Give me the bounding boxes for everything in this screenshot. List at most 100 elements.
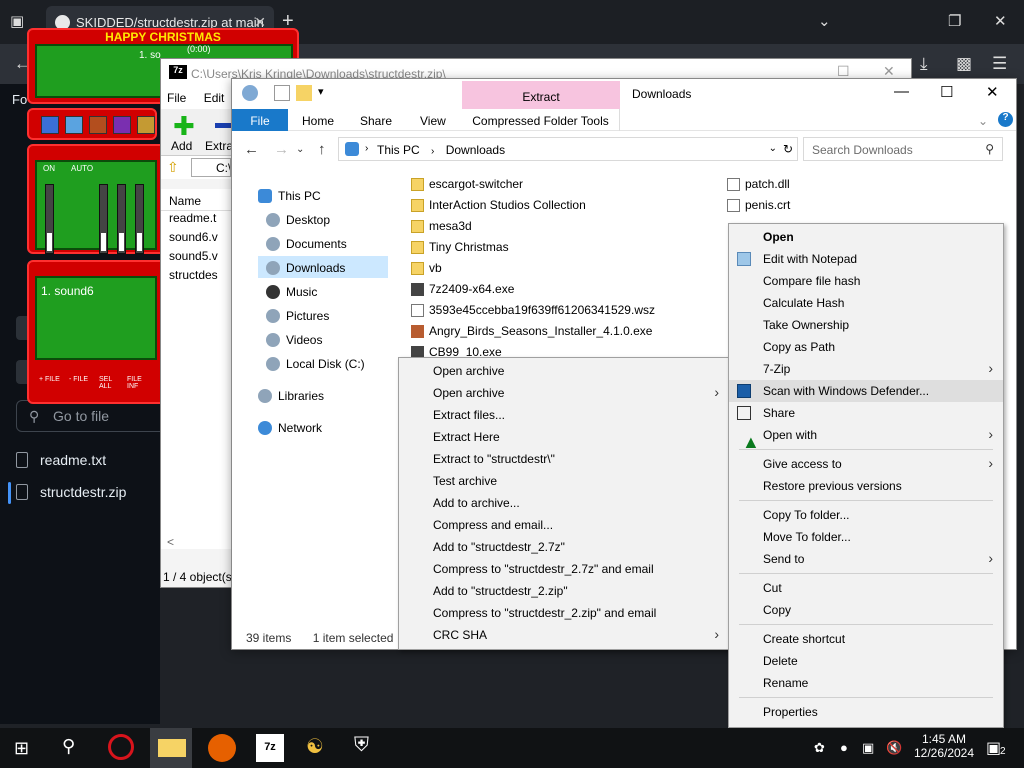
menu-item-compress-zip-email[interactable]: Compress to "structdestr_2.zip" and emai… — [399, 602, 729, 624]
menu-item-open-with[interactable]: Open with › — [729, 424, 1003, 446]
menu-item-add-to-archive[interactable]: Add to archive... — [399, 492, 729, 514]
new-folder-icon[interactable] — [296, 85, 312, 101]
search-icon[interactable]: ⚲ — [62, 736, 75, 757]
list-item[interactable]: vb — [411, 261, 442, 275]
download-icon[interactable]: ⤓ — [920, 54, 928, 74]
nav-documents[interactable]: Documents — [266, 233, 347, 255]
list-item[interactable]: Tiny Christmas — [411, 240, 509, 254]
nav-music[interactable]: Music — [266, 281, 317, 303]
mixer-slider[interactable] — [117, 184, 126, 254]
file-explorer-icon[interactable] — [158, 739, 186, 757]
tab-menu-icon[interactable]: ▣ — [10, 12, 24, 30]
tab-share[interactable]: Share — [360, 109, 392, 131]
menu-item-compress-email[interactable]: Compress and email... — [399, 514, 729, 536]
menu-item-extract-to[interactable]: Extract to "structdestr\" — [399, 448, 729, 470]
file-item-structdestr[interactable]: structdestr.zip — [16, 484, 126, 500]
column-name[interactable]: Name — [161, 189, 231, 211]
menu-file[interactable]: File — [167, 91, 186, 105]
menu-item-open[interactable]: Open — [729, 226, 1003, 248]
defender-icon[interactable]: ⛨ — [354, 734, 382, 762]
menu-item-restore-versions[interactable]: Restore previous versions — [729, 475, 1003, 497]
tray-drop-icon[interactable]: ● — [840, 740, 848, 755]
menu-item-take-ownership[interactable]: Take Ownership — [729, 314, 1003, 336]
menu-item-scan-defender[interactable]: Scan with Windows Defender... — [729, 380, 1003, 402]
prev-icon[interactable] — [41, 116, 59, 134]
tab-file[interactable]: File — [232, 109, 288, 131]
firefox-icon[interactable] — [208, 734, 236, 762]
list-item[interactable]: patch.dll — [727, 177, 790, 191]
menu-item-add-zip[interactable]: Add to "structdestr_2.zip" — [399, 580, 729, 602]
nav-videos[interactable]: Videos — [266, 329, 322, 351]
menu-icon[interactable]: ☰ — [992, 54, 1007, 74]
tab-home[interactable]: Home — [302, 109, 334, 131]
menu-item-calculate-hash[interactable]: Calculate Hash — [729, 292, 1003, 314]
up-folder-icon[interactable]: ⇧ — [167, 159, 179, 176]
menu-item-extract-files[interactable]: Extract files... — [399, 404, 729, 426]
nav-desktop[interactable]: Desktop — [266, 209, 330, 231]
next-icon[interactable] — [137, 116, 155, 134]
menu-item-crc-sha[interactable]: CRC SHA › — [399, 624, 729, 646]
search-input[interactable]: Search Downloads ⚲ — [803, 137, 1003, 161]
menu-item-copy[interactable]: Copy — [729, 599, 1003, 621]
menu-item-rename[interactable]: Rename — [729, 672, 1003, 694]
menu-item-send-to[interactable]: Send to › — [729, 548, 1003, 570]
up-icon[interactable]: ↑ — [318, 141, 326, 158]
menu-item-properties[interactable]: Properties — [729, 701, 1003, 723]
menu-item-compare-hash[interactable]: Compare file hash — [729, 270, 1003, 292]
menu-edit[interactable]: Edit — [204, 91, 225, 105]
extensions-icon[interactable]: ▩ — [956, 54, 972, 74]
restore-icon[interactable]: ❐ — [948, 12, 961, 30]
remove-file-button[interactable]: - FILE — [69, 376, 91, 383]
menu-item-add-7z[interactable]: Add to "structdestr_2.7z" — [399, 536, 729, 558]
customize-icon[interactable]: ▾ — [318, 85, 324, 98]
select-all-button[interactable]: SEL ALL — [99, 376, 121, 390]
sevenzip-icon[interactable]: 7z — [256, 734, 284, 762]
list-item[interactable]: Angry_Birds_Seasons_Installer_4.1.0.exe — [411, 324, 652, 338]
file-item-readme[interactable]: readme.txt — [16, 452, 106, 468]
volume-muted-icon[interactable]: 🔇 — [886, 740, 902, 756]
list-item[interactable]: escargot-switcher — [411, 177, 523, 191]
refresh-icon[interactable]: ↻ — [783, 142, 793, 156]
menu-item-delete[interactable]: Delete — [729, 650, 1003, 672]
nav-libraries[interactable]: Libraries — [258, 385, 324, 407]
list-item[interactable]: penis.crt — [727, 198, 790, 212]
list-item[interactable]: mesa3d — [411, 219, 472, 233]
forward-icon[interactable]: → — [274, 141, 289, 158]
menu-item-create-shortcut[interactable]: Create shortcut — [729, 628, 1003, 650]
winrar-icon[interactable]: ☯ — [306, 734, 334, 762]
list-item[interactable]: 3593e45ccebba19f639ff61206341529.wsz — [411, 303, 655, 317]
menu-item-test-archive[interactable]: Test archive — [399, 470, 729, 492]
help-icon[interactable]: ? — [998, 112, 1013, 127]
menu-item-7zip[interactable]: 7-Zip › — [729, 358, 1003, 380]
menu-item-copy-as-path[interactable]: Copy as Path — [729, 336, 1003, 358]
tray-app-icon[interactable]: ✿ — [814, 740, 825, 756]
menu-item-open-archive-sub[interactable]: Open archive › — [399, 382, 729, 404]
chevron-down-icon[interactable]: ⌄ — [818, 12, 831, 30]
start-icon[interactable]: ⊞ — [14, 738, 29, 759]
nav-downloads[interactable]: Downloads — [266, 257, 345, 279]
scroll-left-icon[interactable]: < — [167, 535, 174, 549]
extract-button[interactable]: Extra — [205, 139, 233, 153]
mixer-slider[interactable] — [135, 184, 144, 254]
stop-icon[interactable] — [113, 116, 131, 134]
add-file-button[interactable]: + FILE — [39, 376, 61, 383]
add-button[interactable]: Add — [171, 139, 192, 153]
list-item[interactable]: sound5.v — [161, 249, 231, 268]
mixer-slider[interactable] — [99, 184, 108, 254]
address-bar[interactable]: › This PC › Downloads ⌄ ↻ — [338, 137, 798, 161]
add-icon[interactable]: ✚ — [173, 111, 195, 142]
extract-context-tab[interactable]: Extract — [462, 81, 620, 109]
tab-view[interactable]: View — [420, 109, 446, 131]
menu-item-move-to-folder[interactable]: Move To folder... — [729, 526, 1003, 548]
menu-item-extract-here[interactable]: Extract Here — [399, 426, 729, 448]
menu-item-share[interactable]: Share — [729, 402, 1003, 424]
pause-icon[interactable] — [89, 116, 107, 134]
minimize-icon[interactable]: — — [894, 83, 909, 100]
list-item[interactable]: structdes — [161, 268, 231, 287]
compressed-folder-tools-tab[interactable]: Compressed Folder Tools — [462, 109, 620, 131]
play-icon[interactable] — [65, 116, 83, 134]
properties-icon[interactable] — [274, 85, 290, 101]
nav-pictures[interactable]: Pictures — [266, 305, 329, 327]
close-icon[interactable]: ✕ — [986, 83, 999, 101]
back-icon[interactable]: ← — [244, 141, 259, 158]
